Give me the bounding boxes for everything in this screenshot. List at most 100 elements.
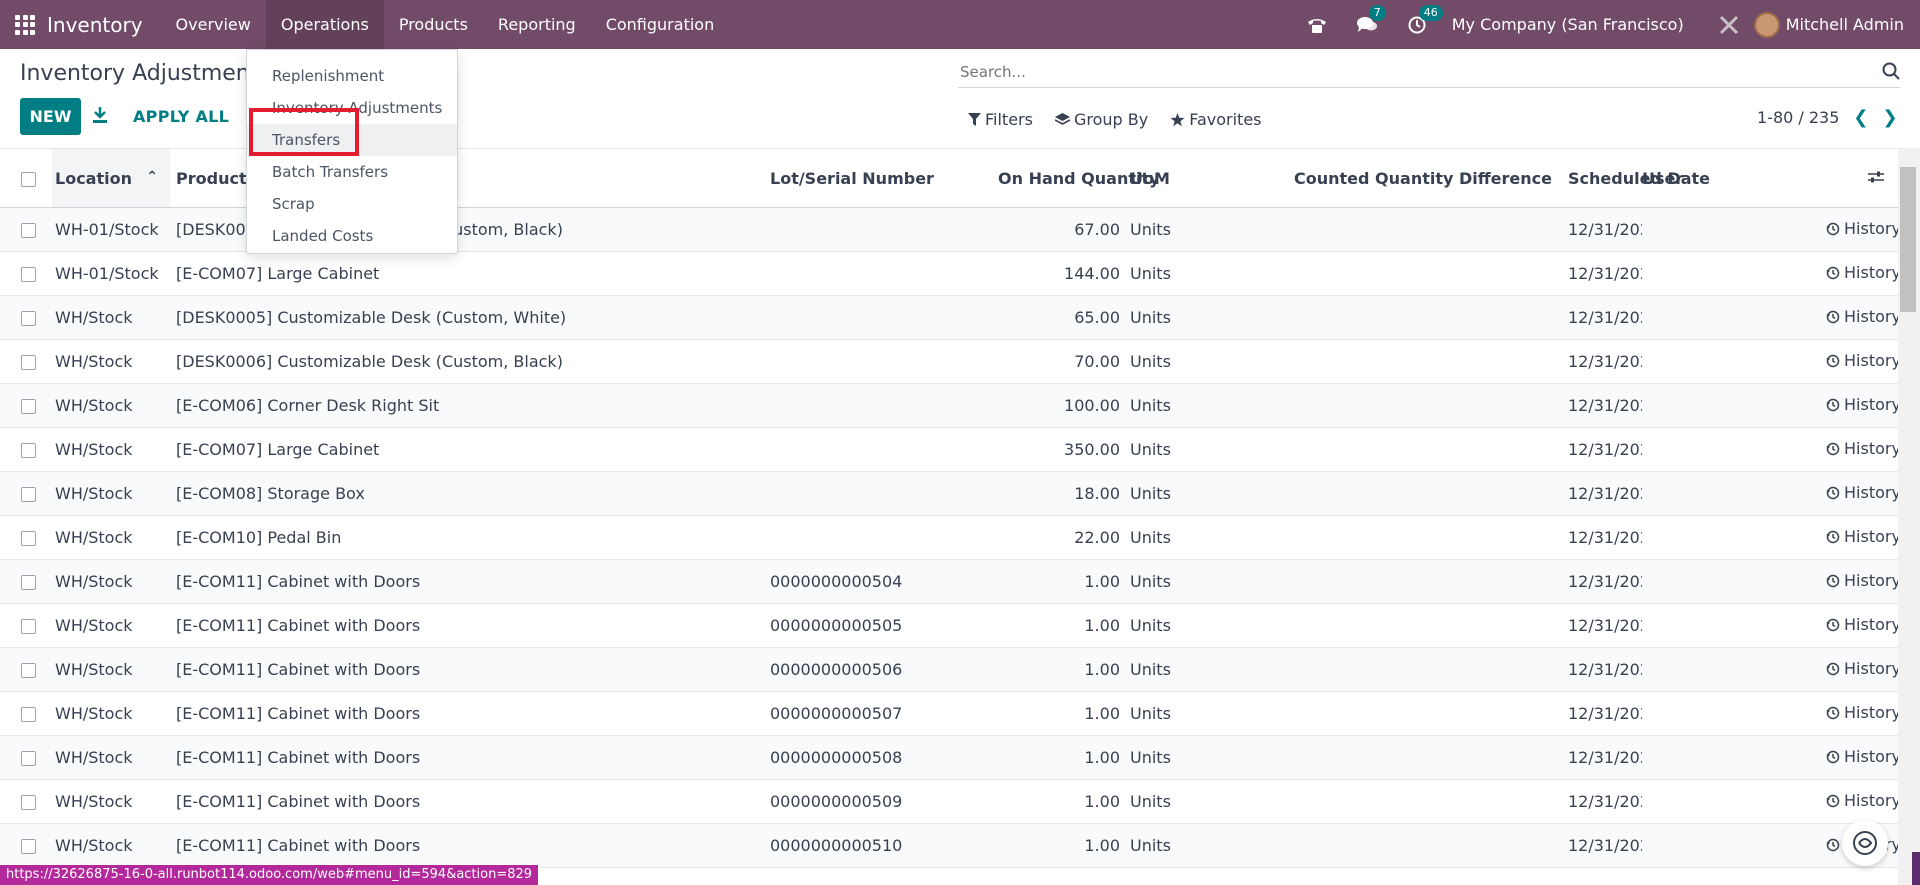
cell-counted[interactable] bbox=[1294, 735, 1376, 780]
app-brand[interactable]: Inventory bbox=[47, 13, 143, 37]
column-user[interactable]: User bbox=[1642, 148, 1822, 208]
row-checkbox[interactable] bbox=[0, 823, 52, 868]
menu-products[interactable]: Products bbox=[384, 0, 483, 49]
group-by-toggle[interactable]: Group By bbox=[1054, 110, 1148, 129]
table-row[interactable]: WH/Stock [E-COM11] Cabinet with Doors 0000… bbox=[0, 823, 1898, 868]
table-row[interactable]: WH/Stock [E-COM11] Cabinet with Doors 0000… bbox=[0, 603, 1898, 648]
history-button[interactable]: History bbox=[1826, 439, 1898, 458]
dropdown-item-landed-costs[interactable]: Landed Costs bbox=[247, 220, 457, 252]
history-button[interactable]: History bbox=[1826, 263, 1898, 282]
phone-icon[interactable] bbox=[1306, 14, 1328, 36]
scrollbar-thumb[interactable] bbox=[1900, 167, 1916, 312]
apps-menu-icon[interactable] bbox=[15, 14, 35, 35]
table-row[interactable]: WH/Stock [E-COM11] Cabinet with Doors 0000… bbox=[0, 779, 1898, 824]
cell-counted[interactable] bbox=[1294, 207, 1376, 252]
table-row[interactable]: WH-01/Stock [E-COM07] Large Cabinet 144.00… bbox=[0, 251, 1898, 296]
column-uom[interactable]: UoM bbox=[1130, 148, 1294, 208]
row-checkbox[interactable] bbox=[0, 471, 52, 516]
history-button[interactable]: History bbox=[1826, 395, 1898, 414]
cell-difference bbox=[1376, 691, 1562, 736]
row-checkbox[interactable] bbox=[0, 427, 52, 472]
cell-counted[interactable] bbox=[1294, 427, 1376, 472]
search-icon[interactable] bbox=[1882, 62, 1900, 80]
row-checkbox[interactable] bbox=[0, 559, 52, 604]
history-button[interactable]: History bbox=[1826, 703, 1898, 722]
menu-operations[interactable]: Operations bbox=[265, 0, 384, 49]
row-checkbox[interactable] bbox=[0, 207, 52, 252]
filters-toggle[interactable]: Filters bbox=[968, 110, 1033, 129]
table-row[interactable]: WH/Stock [E-COM11] Cabinet with Doors 0000… bbox=[0, 691, 1898, 736]
row-checkbox[interactable] bbox=[0, 603, 52, 648]
assistant-button[interactable] bbox=[1842, 820, 1888, 866]
table-row[interactable]: WH/Stock [E-COM10] Pedal Bin 22.00 Units 12/… bbox=[0, 515, 1898, 560]
cell-counted[interactable] bbox=[1294, 471, 1376, 516]
cell-lot bbox=[770, 427, 998, 472]
history-button[interactable]: History bbox=[1826, 527, 1898, 546]
pager-next-icon[interactable]: ❯ bbox=[1883, 107, 1898, 128]
cell-counted[interactable] bbox=[1294, 515, 1376, 560]
cell-counted[interactable] bbox=[1294, 823, 1376, 868]
row-checkbox[interactable] bbox=[0, 339, 52, 384]
column-lot[interactable]: Lot/Serial Number bbox=[770, 148, 998, 208]
history-button[interactable]: History bbox=[1826, 747, 1898, 766]
pager-value[interactable]: 1-80 / 235 bbox=[1757, 108, 1839, 127]
search-input[interactable] bbox=[958, 58, 1858, 86]
table-row[interactable]: WH/Stock [E-COM11] Cabinet with Doors 0000… bbox=[0, 647, 1898, 692]
cell-counted[interactable] bbox=[1294, 559, 1376, 604]
activity-clock-icon[interactable]: 46 bbox=[1406, 4, 1443, 36]
user-menu[interactable]: Mitchell Admin bbox=[1753, 11, 1904, 38]
company-switcher[interactable]: My Company (San Francisco) bbox=[1452, 15, 1684, 34]
row-checkbox[interactable] bbox=[0, 295, 52, 340]
column-location[interactable]: Location ⌃ bbox=[52, 148, 170, 208]
table-row[interactable]: WH/Stock [E-COM11] Cabinet with Doors 0000… bbox=[0, 559, 1898, 604]
history-button[interactable]: History bbox=[1826, 351, 1898, 370]
column-settings[interactable] bbox=[1822, 148, 1898, 208]
table-row[interactable]: WH/Stock [DESK0005] Customizable Desk (Cu… bbox=[0, 295, 1898, 340]
column-counted[interactable]: Counted Quantity bbox=[1294, 148, 1453, 208]
apply-all-button[interactable]: APPLY ALL bbox=[133, 107, 229, 126]
history-icon bbox=[1826, 794, 1840, 807]
table-row[interactable]: WH/Stock [E-COM06] Corner Desk Right Sit 1… bbox=[0, 383, 1898, 428]
new-button[interactable]: NEW bbox=[20, 98, 81, 135]
history-button[interactable]: History bbox=[1826, 307, 1898, 326]
cell-counted[interactable] bbox=[1294, 339, 1376, 384]
dropdown-item-batch-transfers[interactable]: Batch Transfers bbox=[247, 156, 457, 188]
cell-counted[interactable] bbox=[1294, 603, 1376, 648]
row-checkbox[interactable] bbox=[0, 251, 52, 296]
table-row[interactable]: WH/Stock [E-COM07] Large Cabinet 350.00 Uni… bbox=[0, 427, 1898, 472]
history-button[interactable]: History bbox=[1826, 483, 1898, 502]
pager-prev-icon[interactable]: ❮ bbox=[1853, 107, 1868, 128]
download-icon[interactable] bbox=[92, 106, 108, 124]
history-button[interactable]: History bbox=[1826, 571, 1898, 590]
cell-counted[interactable] bbox=[1294, 251, 1376, 296]
history-button[interactable]: History bbox=[1826, 659, 1898, 678]
row-checkbox[interactable] bbox=[0, 691, 52, 736]
row-checkbox[interactable] bbox=[0, 779, 52, 824]
table-row[interactable]: WH/Stock [E-COM11] Cabinet with Doors 0000… bbox=[0, 735, 1898, 780]
table-row[interactable]: WH/Stock [E-COM08] Storage Box 18.00 Units 1… bbox=[0, 471, 1898, 516]
row-checkbox[interactable] bbox=[0, 735, 52, 780]
history-button[interactable]: History bbox=[1826, 219, 1898, 238]
history-button[interactable]: History bbox=[1826, 791, 1898, 810]
tools-icon[interactable] bbox=[1718, 14, 1740, 36]
column-on-hand[interactable]: On Hand Quantity bbox=[998, 148, 1160, 208]
cell-counted[interactable] bbox=[1294, 647, 1376, 692]
messages-icon[interactable]: 7 bbox=[1356, 4, 1386, 36]
cell-counted[interactable] bbox=[1294, 383, 1376, 428]
menu-overview[interactable]: Overview bbox=[161, 0, 266, 49]
menu-configuration[interactable]: Configuration bbox=[591, 0, 730, 49]
dropdown-item-scrap[interactable]: Scrap bbox=[247, 188, 457, 220]
history-button[interactable]: History bbox=[1826, 615, 1898, 634]
cell-counted[interactable] bbox=[1294, 779, 1376, 824]
menu-reporting[interactable]: Reporting bbox=[483, 0, 591, 49]
row-checkbox[interactable] bbox=[0, 647, 52, 692]
select-all-checkbox[interactable] bbox=[0, 148, 52, 208]
cell-counted[interactable] bbox=[1294, 691, 1376, 736]
favorites-toggle[interactable]: Favorites bbox=[1170, 110, 1262, 129]
row-checkbox[interactable] bbox=[0, 515, 52, 560]
table-row[interactable]: WH/Stock [DESK0006] Customizable Desk (Cu… bbox=[0, 339, 1898, 384]
row-checkbox[interactable] bbox=[0, 383, 52, 428]
cell-counted[interactable] bbox=[1294, 295, 1376, 340]
column-scheduled-date[interactable]: Scheduled Date bbox=[1562, 148, 1710, 208]
dropdown-item-replenishment[interactable]: Replenishment bbox=[247, 60, 457, 92]
